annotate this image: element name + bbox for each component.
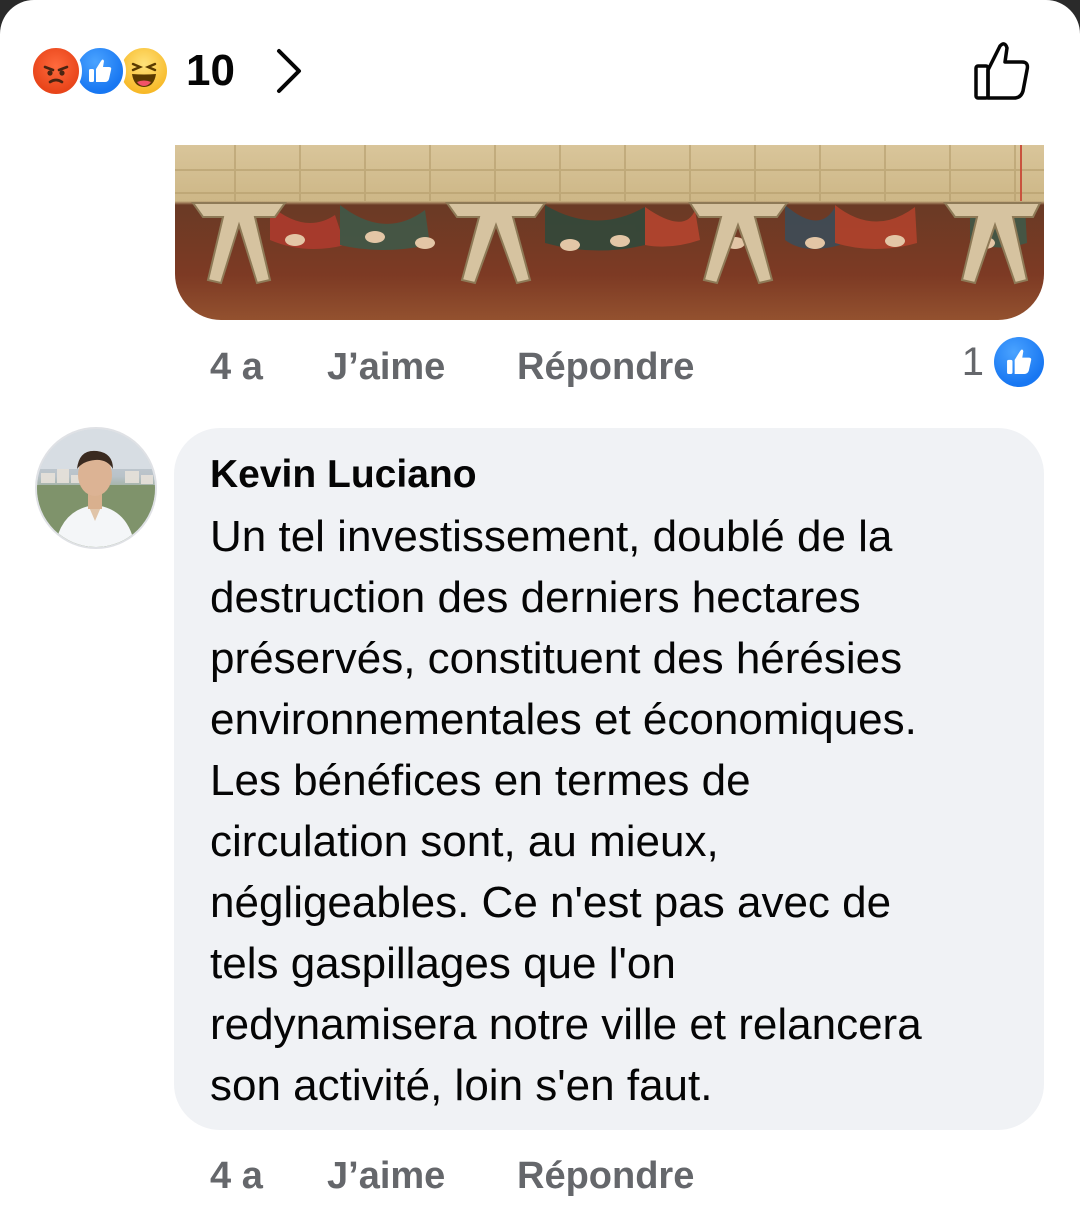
chevron-right-icon[interactable] — [271, 43, 307, 99]
comment-actions-previous: 4 a J’aime Répondre — [210, 342, 694, 392]
comment-text: Un tel investissement, doublé de la dest… — [210, 512, 922, 1110]
comment-reaction-summary[interactable]: 1 — [962, 336, 1044, 388]
comment-timestamp: 4 a — [210, 345, 263, 388]
like-icon — [994, 337, 1044, 387]
comment-reaction-count: 1 — [961, 339, 984, 384]
like-link[interactable]: J’aime — [327, 1155, 517, 1198]
comment-timestamp: 4 a — [210, 1154, 263, 1197]
comment-image[interactable] — [175, 145, 1044, 320]
like-outline-icon[interactable] — [972, 40, 1032, 102]
reply-link[interactable]: Répondre — [517, 346, 694, 389]
avatar[interactable] — [37, 429, 155, 547]
reaction-count: 10 — [186, 46, 235, 95]
reply-link[interactable]: Répondre — [517, 1155, 694, 1198]
reaction-summary[interactable]: 10 — [30, 43, 307, 99]
angry-icon — [30, 45, 82, 97]
comments-sheet: 10 4 a J’aime Répondre 1 Kevin Luciano U… — [0, 0, 1080, 1213]
comment-bubble: Kevin Luciano Un tel investissement, dou… — [174, 428, 1044, 1130]
like-link[interactable]: J’aime — [327, 346, 517, 389]
comment-author[interactable]: Kevin Luciano — [210, 452, 1024, 498]
comment-actions: 4 a J’aime Répondre — [210, 1151, 694, 1201]
